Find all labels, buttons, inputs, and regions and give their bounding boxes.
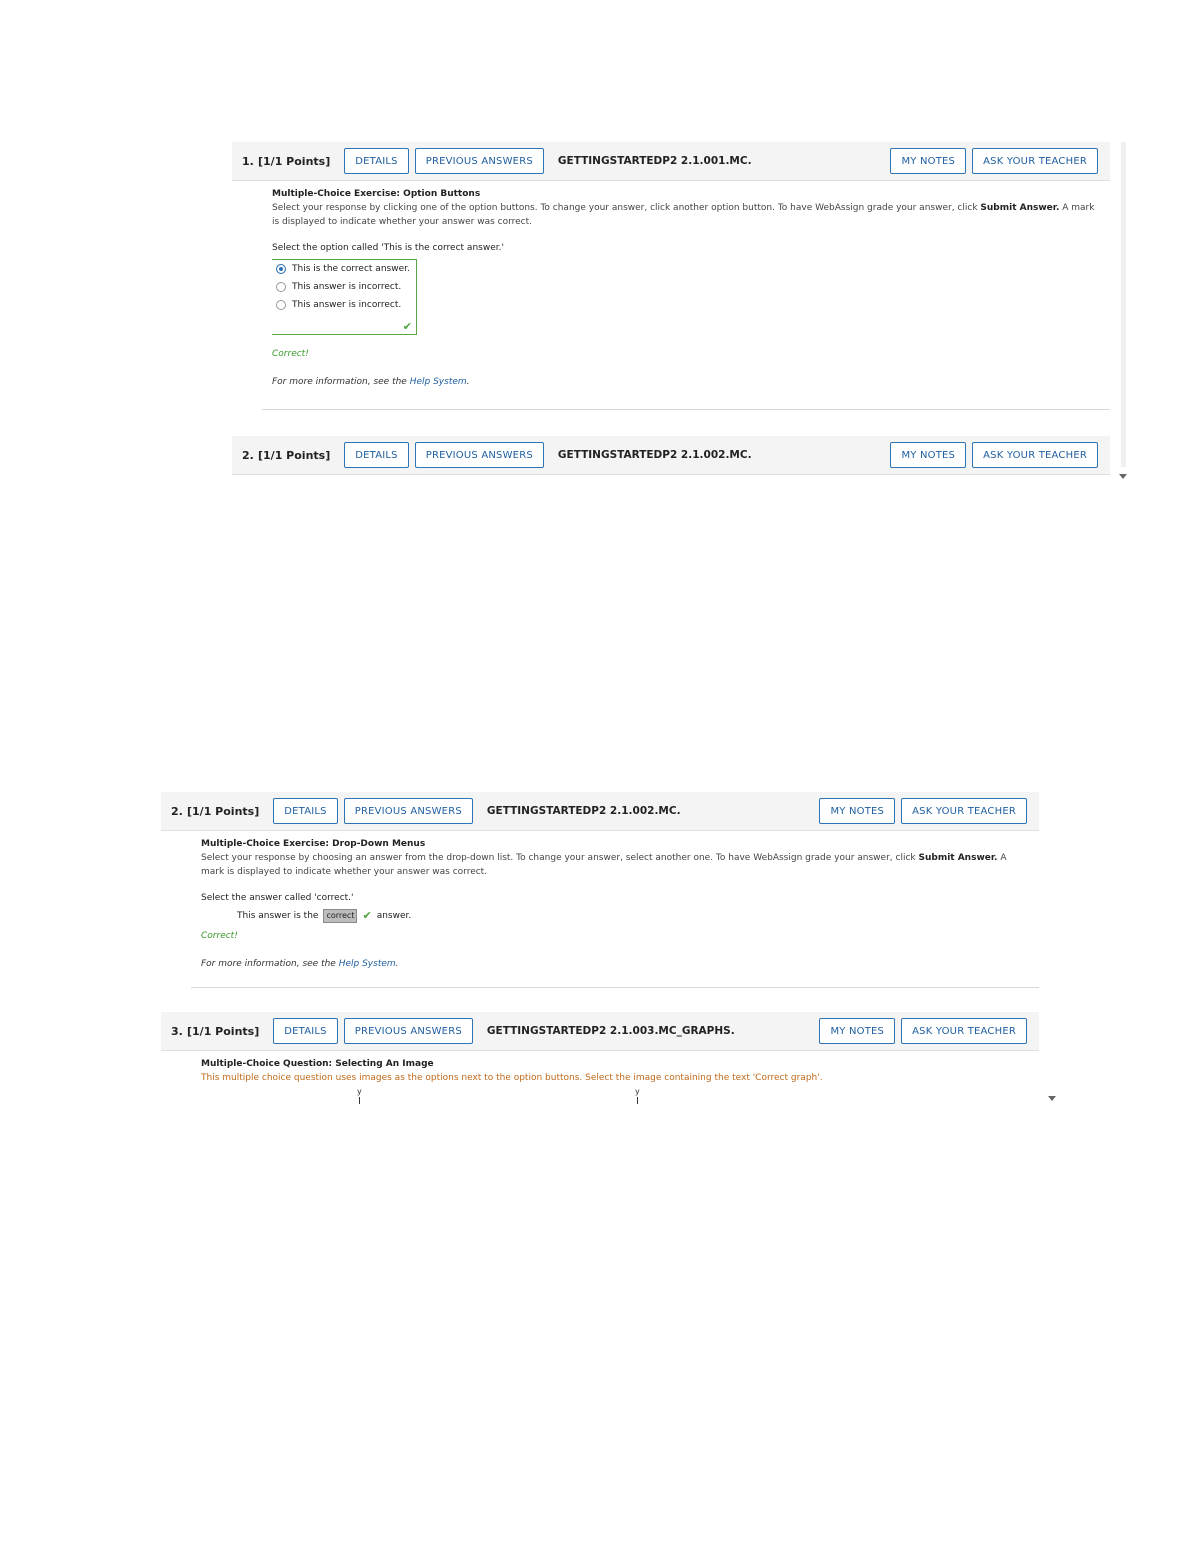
answer-dropdown[interactable]: correct	[323, 909, 358, 923]
option-2[interactable]: This answer is incorrect.	[276, 278, 416, 296]
details-button[interactable]: DETAILS	[273, 1018, 338, 1044]
question-code: GETTINGSTARTEDP2 2.1.003.MC_GRAPHS.	[486, 1025, 735, 1037]
more-info-text: For more information, see the	[272, 377, 407, 387]
question-points: [1/1 Points]	[258, 448, 331, 462]
question-description: This multiple choice question uses image…	[201, 1073, 823, 1083]
screenshot-1: 1. [1/1 Points] DETAILS PREVIOUS ANSWERS…	[232, 142, 1132, 482]
question-number: 2.	[242, 448, 254, 462]
more-info: For more information, see the Help Syste…	[272, 375, 1098, 389]
question-number: 2.	[171, 804, 183, 818]
question-title: Multiple-Choice Question: Selecting An I…	[201, 1059, 434, 1069]
answer-text-end: answer.	[376, 911, 412, 921]
scrollbar[interactable]	[1110, 142, 1132, 482]
question-1-body: Multiple-Choice Exercise: Option Buttons…	[232, 181, 1110, 403]
scroll-down-arrow-icon[interactable]	[1048, 1096, 1056, 1101]
answer-text: This answer is the	[237, 911, 319, 921]
option-1[interactable]: This is the correct answer.	[276, 260, 416, 278]
question-description: Select your response by clicking one of …	[272, 201, 1098, 229]
more-info-end: .	[395, 959, 399, 969]
graph-axis-line	[637, 1097, 638, 1104]
option-group: This is the correct answer. This answer …	[272, 259, 417, 335]
my-notes-button[interactable]: MY NOTES	[819, 798, 896, 824]
help-system-link[interactable]: Help System	[410, 377, 467, 387]
ask-teacher-button[interactable]: ASK YOUR TEACHER	[972, 442, 1098, 468]
question-points: [1/1 Points]	[187, 804, 260, 818]
ask-teacher-button[interactable]: ASK YOUR TEACHER	[901, 798, 1027, 824]
radio-icon[interactable]	[276, 282, 286, 292]
more-info: For more information, see the Help Syste…	[201, 957, 1027, 971]
scroll-content: 2. [1/1 Points] DETAILS PREVIOUS ANSWERS…	[161, 792, 1039, 1104]
more-info-text: For more information, see the	[201, 959, 336, 969]
ask-teacher-button[interactable]: ASK YOUR TEACHER	[972, 148, 1098, 174]
question-code: GETTINGSTARTEDP2 2.1.002.MC.	[486, 805, 681, 817]
description-text: Select your response by clicking one of …	[272, 203, 978, 213]
question-points: [1/1 Points]	[187, 1024, 260, 1038]
answer-line: This answer is the correct ✔ answer.	[237, 909, 1027, 923]
question-number: 1.	[242, 154, 254, 168]
question-number: 3.	[171, 1024, 183, 1038]
question-divider	[262, 409, 1110, 410]
details-button[interactable]: DETAILS	[273, 798, 338, 824]
my-notes-button[interactable]: MY NOTES	[890, 148, 967, 174]
submit-answer-text: Submit Answer.	[980, 203, 1060, 213]
details-button[interactable]: DETAILS	[344, 442, 409, 468]
more-info-end: .	[466, 377, 470, 387]
radio-selected-icon[interactable]	[276, 264, 286, 274]
question-2-header: 2. [1/1 Points] DETAILS PREVIOUS ANSWERS…	[161, 792, 1039, 831]
previous-answers-button[interactable]: PREVIOUS ANSWERS	[343, 1018, 473, 1044]
question-title: Multiple-Choice Exercise: Drop-Down Menu…	[272, 481, 1098, 482]
question-1-header: 1. [1/1 Points] DETAILS PREVIOUS ANSWERS…	[232, 142, 1110, 181]
option-3[interactable]: This answer is incorrect.	[276, 296, 416, 314]
image-options-row: y y	[201, 1085, 1027, 1104]
scrollbar[interactable]	[1039, 792, 1061, 1104]
my-notes-button[interactable]: MY NOTES	[890, 442, 967, 468]
question-2-header: 2. [1/1 Points] DETAILS PREVIOUS ANSWERS…	[232, 436, 1110, 475]
question-code: GETTINGSTARTEDP2 2.1.002.MC.	[557, 449, 752, 461]
correct-feedback: Correct!	[272, 349, 309, 359]
question-title: Multiple-Choice Exercise: Option Buttons	[272, 189, 481, 199]
previous-answers-button[interactable]: PREVIOUS ANSWERS	[414, 442, 544, 468]
submit-answer-text: Submit Answer.	[918, 853, 998, 863]
scroll-down-arrow-icon[interactable]	[1119, 474, 1127, 479]
screenshot-2: 2. [1/1 Points] DETAILS PREVIOUS ANSWERS…	[161, 792, 1061, 1104]
description-text: Select your response by choosing an answ…	[201, 853, 916, 863]
ask-teacher-button[interactable]: ASK YOUR TEACHER	[901, 1018, 1027, 1044]
checkmark-icon: ✔	[362, 909, 372, 922]
previous-answers-button[interactable]: PREVIOUS ANSWERS	[414, 148, 544, 174]
scrollbar-track[interactable]	[1121, 142, 1126, 467]
question-code: GETTINGSTARTEDP2 2.1.001.MC.	[557, 155, 752, 167]
question-prompt: Select the answer called 'correct.'	[201, 893, 354, 903]
question-title: Multiple-Choice Exercise: Drop-Down Menu…	[201, 839, 426, 849]
option-label: This is the correct answer.	[292, 264, 410, 274]
radio-icon[interactable]	[276, 300, 286, 310]
question-description: Select your response by choosing an answ…	[201, 851, 1027, 879]
question-prompt: Select the option called 'This is the co…	[272, 243, 504, 253]
option-label: This answer is incorrect.	[292, 300, 402, 310]
details-button[interactable]: DETAILS	[344, 148, 409, 174]
question-3-body: Multiple-Choice Question: Selecting An I…	[161, 1051, 1039, 1104]
previous-answers-button[interactable]: PREVIOUS ANSWERS	[343, 798, 473, 824]
question-2-body: Multiple-Choice Exercise: Drop-Down Menu…	[161, 831, 1039, 985]
option-label: This answer is incorrect.	[292, 282, 402, 292]
question-points: [1/1 Points]	[258, 154, 331, 168]
graph-axis-line	[359, 1097, 360, 1104]
scroll-content: 1. [1/1 Points] DETAILS PREVIOUS ANSWERS…	[232, 142, 1110, 482]
question-divider	[191, 987, 1039, 988]
help-system-link[interactable]: Help System	[339, 959, 396, 969]
correct-feedback: Correct!	[201, 931, 238, 941]
my-notes-button[interactable]: MY NOTES	[819, 1018, 896, 1044]
question-2-body-preview: Multiple-Choice Exercise: Drop-Down Menu…	[232, 475, 1110, 482]
question-3-header: 3. [1/1 Points] DETAILS PREVIOUS ANSWERS…	[161, 1012, 1039, 1051]
checkmark-icon: ✔	[402, 320, 412, 333]
